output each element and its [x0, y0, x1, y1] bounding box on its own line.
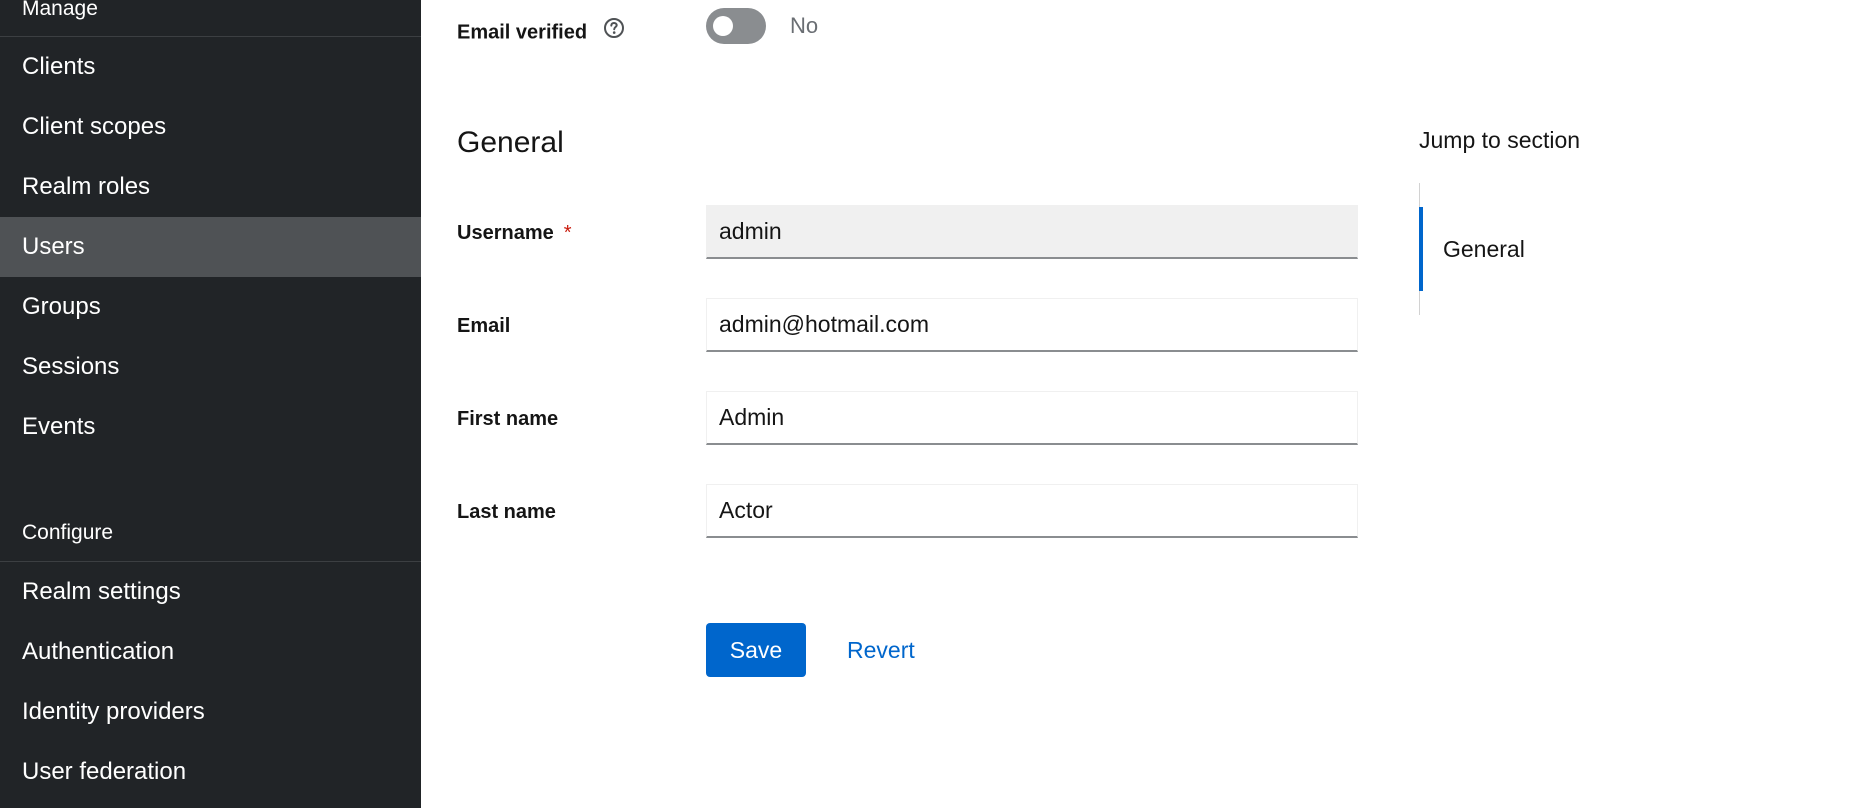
required-marker: *: [563, 222, 572, 244]
jump-to-section-title: Jump to section: [1419, 127, 1581, 153]
sidebar-item-sessions[interactable]: Sessions: [0, 337, 421, 397]
email-label: Email: [457, 315, 511, 337]
email-verified-label-row: Email verified: [457, 18, 625, 45]
sidebar-item-clients[interactable]: Clients: [0, 37, 421, 97]
first-name-label: First name: [457, 408, 559, 430]
sidebar-item-users[interactable]: Users: [0, 217, 421, 277]
email-verified-toggle[interactable]: [706, 8, 766, 44]
jump-link-general[interactable]: General: [1419, 207, 1659, 291]
section-title-general: General: [457, 126, 564, 159]
username-label-row: Username *: [457, 222, 572, 245]
sidebar-item-authentication[interactable]: Authentication: [0, 622, 421, 682]
username-field[interactable]: [706, 205, 1358, 259]
email-field[interactable]: [706, 298, 1358, 352]
sidebar-item-identity-providers[interactable]: Identity providers: [0, 682, 421, 742]
revert-button[interactable]: Revert: [833, 623, 929, 677]
toggle-knob: [713, 16, 733, 36]
email-verified-label: Email verified: [457, 21, 588, 44]
last-name-label: Last name: [457, 501, 556, 523]
sidebar-item-client-scopes[interactable]: Client scopes: [0, 97, 421, 157]
question-circle-icon[interactable]: [603, 17, 625, 45]
app-root: Manage Clients Client scopes Realm roles…: [0, 0, 1849, 808]
sidebar-item-events[interactable]: Events: [0, 397, 421, 457]
sidebar-item-realm-roles[interactable]: Realm roles: [0, 157, 421, 217]
save-button[interactable]: Save: [706, 623, 806, 677]
sidebar-nav: Manage Clients Client scopes Realm roles…: [0, 0, 421, 808]
last-name-field[interactable]: [706, 484, 1358, 538]
user-details-form: Email verified No General Username * Emai…: [421, 0, 1849, 808]
nav-section-manage: Manage: [22, 0, 98, 20]
username-label: Username: [457, 222, 554, 244]
sidebar-item-realm-settings[interactable]: Realm settings: [0, 562, 421, 622]
first-name-field[interactable]: [706, 391, 1358, 445]
email-verified-state: No: [790, 13, 819, 38]
sidebar-item-groups[interactable]: Groups: [0, 277, 421, 337]
sidebar-item-user-federation[interactable]: User federation: [0, 742, 421, 802]
nav-section-configure: Configure: [22, 521, 114, 544]
